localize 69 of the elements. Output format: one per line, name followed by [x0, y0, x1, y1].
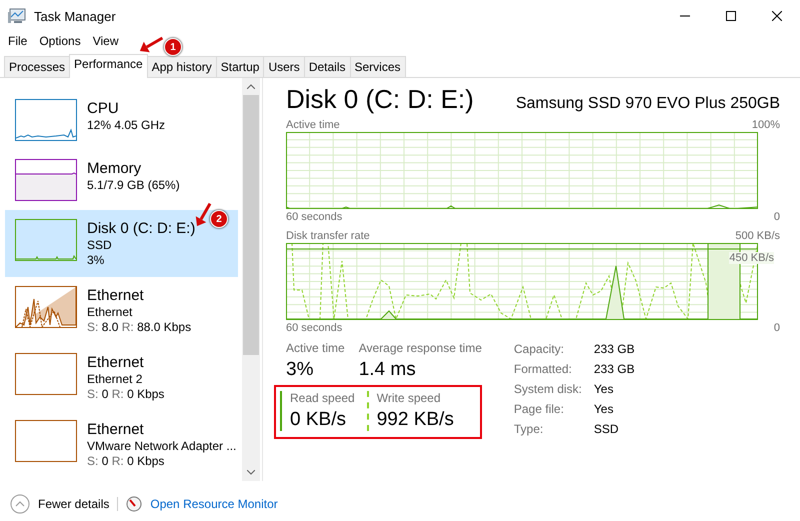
item-throughput: S: 8.0 R: 88.0 Kbps — [87, 320, 192, 335]
menu-item[interactable]: File — [4, 34, 32, 48]
stat-label: Average response time — [358, 341, 482, 355]
graph-span-label: 60 seconds — [286, 210, 342, 222]
graph-span-label: 60 seconds — [286, 322, 342, 334]
tab[interactable]: Users — [263, 56, 305, 77]
graph-min-label: 0 — [774, 210, 780, 222]
sidebar-item[interactable]: Ethernet Ethernet S: 8.0 R: 88.0 Kbps — [5, 277, 238, 344]
item-name: Ethernet — [87, 353, 145, 372]
property-label: System disk: — [514, 381, 583, 398]
sidebar-item[interactable]: Memory 5.1/7.9 GB (65%) — [5, 150, 238, 210]
menu-item[interactable]: View — [88, 34, 122, 48]
item-usage: 3% — [87, 253, 106, 268]
step-badge: 1 — [164, 38, 182, 56]
item-detail: Ethernet — [87, 305, 134, 320]
menu-item[interactable]: Options — [35, 34, 85, 48]
window-title: Task Manager — [34, 8, 116, 24]
property-value: SSD — [594, 421, 620, 438]
graph-min-label: 0 — [774, 322, 780, 334]
property-value: 233 GB — [594, 361, 635, 378]
graph-max-label: 100% — [752, 118, 780, 130]
tab[interactable]: Services — [350, 56, 406, 77]
item-throughput: S: 0 R: 0 Kbps — [87, 454, 166, 469]
sidebar-item[interactable]: Ethernet Ethernet 2 S: 0 R: 0 Kbps — [5, 344, 238, 411]
speed-label: Write speed — [376, 391, 442, 405]
item-name: Disk 0 (C: D: E:) — [87, 219, 196, 238]
tab[interactable]: Startup — [216, 56, 264, 77]
graph-marker-label: 450 KB/s — [729, 252, 774, 264]
item-detail: 5.1/7.9 GB (65%) — [87, 178, 180, 193]
disk-title: Disk 0 (C: D: E:) — [286, 84, 474, 115]
stat-value: 1.4 ms — [358, 359, 417, 381]
stat-label: Active time — [286, 341, 345, 355]
scroll-thumb[interactable] — [243, 95, 259, 355]
graph-max-label: 500 KB/s — [735, 230, 780, 242]
tab[interactable]: Performance — [69, 54, 148, 78]
speed-label: Read speed — [290, 391, 355, 405]
property-value: Yes — [594, 401, 614, 418]
resource-monitor-link[interactable]: Open Resource Monitor — [150, 497, 278, 511]
item-name: Ethernet — [87, 286, 145, 305]
speed-value: 992 KB/s — [376, 409, 454, 431]
gauge-icon — [126, 496, 142, 512]
item-detail: VMware Network Adapter ... — [87, 439, 236, 454]
stat-value: 3% — [286, 359, 314, 381]
disk-model: Samsung SSD 970 EVO Plus 250GB — [516, 95, 780, 113]
fewer-details-button[interactable]: Fewer details — [10, 494, 110, 514]
tab[interactable]: Details — [304, 56, 350, 77]
sidebar-item[interactable]: Ethernet VMware Network Adapter ... S: 0 R: 0 Kbps — [5, 411, 238, 478]
graph-label: Disk transfer rate — [286, 230, 370, 242]
property-label: Type: — [514, 421, 544, 438]
app-icon — [8, 8, 26, 24]
item-detail: 12% 4.05 GHz — [87, 118, 166, 133]
tab[interactable]: Processes — [4, 56, 70, 77]
item-name: Ethernet — [87, 420, 145, 439]
item-detail: Ethernet 2 — [87, 372, 144, 387]
graph-label: Active time — [286, 118, 340, 130]
scrollbar[interactable] — [242, 78, 260, 481]
property-label: Page file: — [514, 401, 565, 418]
sidebar-item[interactable]: CPU 12% 4.05 GHz — [5, 90, 238, 150]
property-label: Formatted: — [514, 361, 573, 378]
item-throughput: S: 0 R: 0 Kbps — [87, 387, 164, 402]
item-detail: SSD — [87, 238, 113, 253]
collapse-icon — [10, 494, 30, 514]
item-name: Memory — [87, 159, 142, 178]
item-name: CPU — [87, 99, 120, 118]
property-value: Yes — [594, 381, 614, 398]
speed-value: 0 KB/s — [290, 409, 347, 431]
tab[interactable]: App history — [146, 56, 217, 77]
property-value: 233 GB — [594, 341, 635, 358]
property-label: Capacity: — [514, 341, 565, 358]
